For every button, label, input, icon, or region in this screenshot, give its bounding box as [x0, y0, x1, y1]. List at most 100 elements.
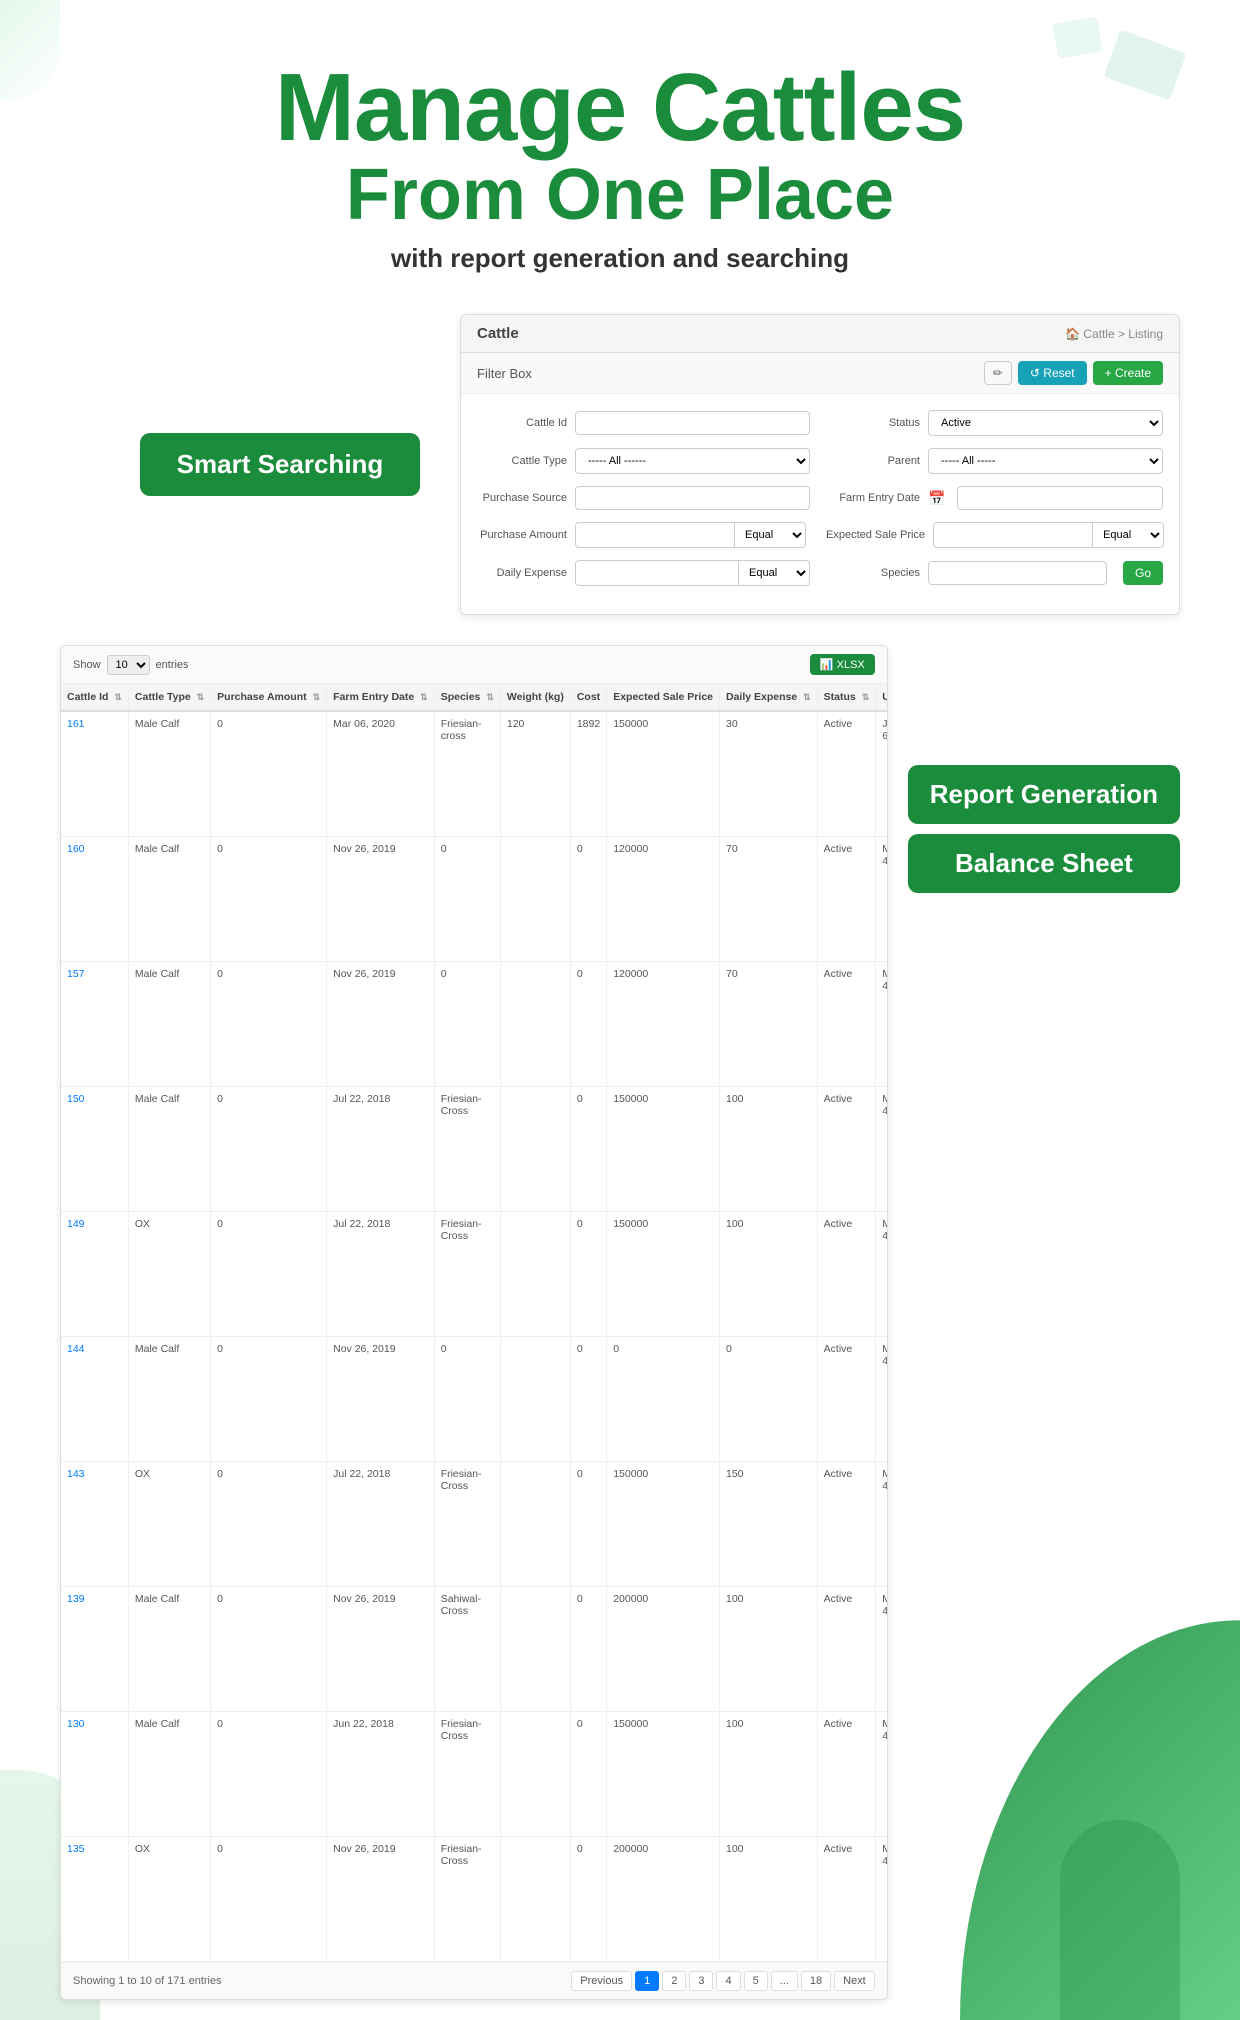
cell-weight [500, 1337, 570, 1462]
page-1-btn[interactable]: 1 [635, 1971, 659, 1991]
status-select[interactable]: Active Inactive All [928, 410, 1163, 436]
cell-cattle-id: 139 [61, 1587, 128, 1712]
cattle-id-link[interactable]: 130 [67, 1718, 85, 1730]
cell-purchase-amount: 0 [211, 1837, 327, 1962]
cattle-id-group: Cattle Id [477, 410, 810, 436]
cell-status: Active [817, 962, 876, 1087]
cell-farm-date: Jul 22, 2018 [327, 1212, 435, 1337]
expected-sale-price-group: Expected Sale Price Equal Greater Less [826, 522, 1164, 548]
sort-icon: ⇅ [486, 692, 494, 702]
cattle-id-link[interactable]: 160 [67, 843, 85, 855]
cell-status: Active [817, 837, 876, 962]
cattle-id-link[interactable]: 150 [67, 1093, 85, 1105]
cell-weight [500, 1587, 570, 1712]
farm-entry-date-input[interactable] [957, 486, 1163, 510]
cell-cost: 0 [570, 1837, 606, 1962]
go-button[interactable]: Go [1123, 561, 1163, 585]
cell-daily-exp: 100 [720, 1087, 818, 1212]
cell-cattle-id: 150 [61, 1087, 128, 1212]
cell-exp-sale: 150000 [607, 1212, 720, 1337]
cell-purchase-amount: 0 [211, 1087, 327, 1212]
cattle-id-input[interactable] [575, 411, 810, 435]
cell-cattle-type: Male Calf [128, 1087, 210, 1212]
filter-row-1: Cattle Id Status Active Inactive All [477, 410, 1163, 436]
page-2-btn[interactable]: 2 [662, 1971, 686, 1991]
reset-button[interactable]: ↺ Reset [1018, 361, 1087, 385]
daily-expense-input[interactable] [575, 560, 739, 586]
filter-box-header: Filter Box ✏ ↺ Reset + Create [461, 353, 1179, 394]
xlsx-button[interactable]: 📊 XLSX [810, 654, 875, 675]
main-content: Smart Searching Cattle 🏠 Cattle > Listin… [0, 294, 1240, 2020]
cell-cost: 0 [570, 1462, 606, 1587]
page-3-btn[interactable]: 3 [689, 1971, 713, 1991]
prev-page-btn[interactable]: Previous [571, 1971, 632, 1991]
page-4-btn[interactable]: 4 [716, 1971, 740, 1991]
daily-expense-select[interactable]: Equal Greater Less [739, 560, 810, 586]
cattle-id-link[interactable]: 135 [67, 1843, 85, 1855]
cell-exp-sale: 150000 [607, 711, 720, 837]
purchase-source-input[interactable] [575, 486, 810, 510]
species-input[interactable] [928, 561, 1107, 585]
cell-cattle-type: OX [128, 1837, 210, 1962]
parent-select[interactable]: ----- All ----- [928, 448, 1163, 474]
cattle-id-link[interactable]: 139 [67, 1593, 85, 1605]
cattle-type-select[interactable]: ----- All ------ Male Calf OX [575, 448, 810, 474]
table-row: 149 OX 0 Jul 22, 2018 Friesian-Cross 0 1… [61, 1212, 888, 1337]
cell-cattle-type: Male Calf [128, 962, 210, 1087]
cell-weight [500, 1212, 570, 1337]
cell-daily-exp: 30 [720, 711, 818, 837]
data-table: Cattle Id ⇅ Cattle Type ⇅ Purchase Amoun… [61, 684, 888, 1962]
cell-weight [500, 1712, 570, 1837]
cell-status: Active [817, 1837, 876, 1962]
table-labels: Report Generation Balance Sheet [908, 645, 1180, 893]
cell-species: Friesian-Cross [434, 1837, 500, 1962]
page-...-btn[interactable]: ... [771, 1971, 798, 1991]
cell-exp-sale: 150000 [607, 1712, 720, 1837]
cell-exp-sale: 200000 [607, 1837, 720, 1962]
cell-status: Active [817, 1462, 876, 1587]
cattle-id-link[interactable]: 143 [67, 1468, 85, 1480]
cell-updated: Mar 21, 2020 4:20 PM [876, 1212, 888, 1337]
cattle-id-link[interactable]: 161 [67, 718, 85, 730]
hero-subtitle: with report generation and searching [20, 243, 1220, 274]
purchase-source-group: Purchase Source [477, 486, 810, 510]
cell-purchase-amount: 0 [211, 837, 327, 962]
expected-sale-price-input[interactable] [933, 522, 1093, 548]
pagination[interactable]: Previous12345...18Next [571, 1971, 874, 1991]
cell-status: Active [817, 1337, 876, 1462]
entries-label: entries [156, 659, 189, 671]
create-button[interactable]: + Create [1093, 361, 1163, 385]
cell-updated: Mar 21, 2020 4:06 PM [876, 1837, 888, 1962]
page-5-btn[interactable]: 5 [744, 1971, 768, 1991]
cell-cattle-id: 157 [61, 962, 128, 1087]
cell-cost: 0 [570, 1712, 606, 1837]
panel-title: Cattle [477, 325, 519, 342]
filter-form: Cattle Id Status Active Inactive All [461, 394, 1179, 614]
table-section: Show 10 25 50 entries 📊 XLSX Cattle Id ⇅… [60, 645, 1180, 2000]
expected-sale-select[interactable]: Equal Greater Less [1093, 522, 1164, 548]
cattle-id-link[interactable]: 144 [67, 1343, 85, 1355]
pencil-button[interactable]: ✏ [984, 361, 1012, 385]
purchase-amount-group: Purchase Amount Equal Greater Less [477, 522, 806, 548]
cattle-id-link[interactable]: 149 [67, 1218, 85, 1230]
cell-weight: 120 [500, 711, 570, 837]
cell-exp-sale: 0 [607, 1337, 720, 1462]
next-page-btn[interactable]: Next [834, 1971, 875, 1991]
purchase-amount-input[interactable] [575, 522, 735, 548]
cell-daily-exp: 100 [720, 1712, 818, 1837]
entries-select[interactable]: 10 25 50 [107, 655, 150, 675]
cell-status: Active [817, 711, 876, 837]
cell-daily-exp: 0 [720, 1337, 818, 1462]
sort-icon: ⇅ [313, 692, 321, 702]
page-18-btn[interactable]: 18 [801, 1971, 831, 1991]
filter-section: Smart Searching Cattle 🏠 Cattle > Listin… [140, 314, 1180, 615]
cell-purchase-amount: 0 [211, 1587, 327, 1712]
purchase-amount-select[interactable]: Equal Greater Less [735, 522, 806, 548]
cell-cattle-id: 144 [61, 1337, 128, 1462]
cattle-id-label: Cattle Id [477, 417, 567, 429]
cell-species: Friesian-cross [434, 711, 500, 837]
cattle-id-link[interactable]: 157 [67, 968, 85, 980]
filter-actions: ✏ ↺ Reset + Create [984, 361, 1163, 385]
cell-daily-exp: 100 [720, 1212, 818, 1337]
cell-cost: 0 [570, 1087, 606, 1212]
